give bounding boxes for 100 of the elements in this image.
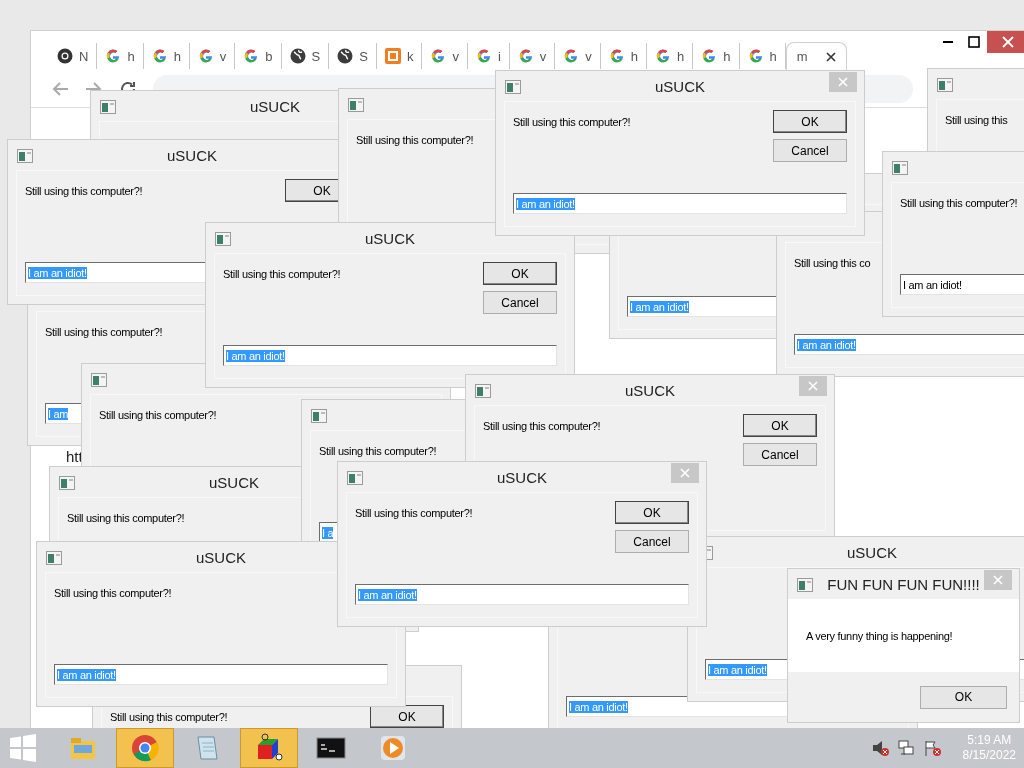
message-text: Still using this bbox=[945, 114, 1008, 126]
message-text: Still using this computer?! bbox=[356, 134, 474, 146]
window-title: uSUCK bbox=[365, 229, 415, 247]
message-text: Still using this computer?! bbox=[513, 116, 631, 128]
clock-date: 8/15/2022 bbox=[962, 748, 1016, 763]
g-logo-icon bbox=[701, 48, 718, 64]
window-title: uSUCK bbox=[625, 381, 675, 399]
square-logo-icon bbox=[384, 48, 401, 64]
browser-tab[interactable]: v bbox=[509, 43, 556, 69]
ok-button[interactable]: OK bbox=[920, 685, 1007, 709]
ok-button[interactable]: OK bbox=[773, 110, 847, 133]
g-logo-icon bbox=[197, 48, 214, 64]
ok-button[interactable]: OK bbox=[743, 414, 817, 437]
browser-tab[interactable]: h bbox=[143, 43, 190, 69]
g-logo-icon bbox=[105, 48, 122, 64]
browser-tab[interactable]: h bbox=[600, 43, 648, 69]
message-text: Still using this computer?! bbox=[110, 711, 228, 723]
message-text: Still using this computer?! bbox=[25, 185, 143, 197]
message-text: Still using this computer?! bbox=[355, 507, 473, 519]
ok-button[interactable]: OK bbox=[370, 705, 444, 728]
window-title: uSUCK bbox=[167, 146, 217, 164]
ok-button[interactable]: OK bbox=[483, 262, 557, 285]
close-icon bbox=[1001, 36, 1014, 48]
chrome-icon bbox=[130, 733, 160, 763]
maximize-icon bbox=[967, 36, 980, 48]
cancel-button[interactable]: Cancel bbox=[743, 443, 817, 466]
windows-logo-icon[interactable] bbox=[8, 733, 38, 763]
close-icon[interactable] bbox=[825, 51, 836, 62]
browser-tab[interactable]: v bbox=[555, 43, 601, 69]
window-icon bbox=[892, 161, 908, 175]
browser-tab[interactable]: N bbox=[49, 43, 98, 69]
g-logo-icon bbox=[747, 48, 764, 64]
g-logo-icon bbox=[563, 48, 580, 64]
browser-tab[interactable]: b bbox=[235, 43, 282, 69]
speaker-muted-icon[interactable] bbox=[870, 739, 889, 757]
window-icon bbox=[91, 373, 107, 387]
text-field[interactable]: I am an idiot! bbox=[900, 274, 1024, 295]
cancel-button[interactable]: Cancel bbox=[615, 530, 689, 553]
chrome-icon bbox=[57, 48, 73, 64]
browser-tab[interactable]: S bbox=[281, 43, 330, 69]
message-text: Still using this computer?! bbox=[67, 512, 185, 524]
browser-tab[interactable]: m bbox=[785, 41, 847, 71]
window-icon bbox=[17, 149, 33, 163]
g-logo-icon bbox=[655, 48, 672, 64]
cancel-button[interactable]: Cancel bbox=[773, 139, 847, 162]
back-icon[interactable] bbox=[51, 80, 69, 98]
close-icon bbox=[808, 381, 818, 391]
window-title: uSUCK bbox=[209, 473, 259, 491]
close-icon bbox=[993, 575, 1003, 585]
message-text: Still using this computer?! bbox=[319, 445, 437, 457]
message-text: Still using this computer?! bbox=[223, 268, 341, 280]
g-logo-icon bbox=[517, 48, 534, 64]
message-text: Still using this computer?! bbox=[900, 197, 1018, 209]
close-icon bbox=[838, 77, 848, 87]
page-text: htt bbox=[66, 448, 83, 465]
play-icon bbox=[378, 733, 408, 763]
browser-tab[interactable]: h bbox=[647, 43, 694, 69]
close-icon bbox=[680, 468, 690, 478]
window-icon bbox=[46, 551, 62, 565]
message-text: A very funny thing is happening! bbox=[806, 629, 953, 642]
globe-icon bbox=[337, 48, 354, 64]
globe-icon bbox=[289, 48, 306, 64]
g-logo-icon bbox=[151, 48, 168, 64]
window-icon bbox=[348, 98, 364, 112]
message-text: Still using this computer?! bbox=[54, 587, 172, 599]
window-icon bbox=[505, 80, 521, 94]
browser-tab[interactable]: S bbox=[329, 43, 377, 69]
g-logo-icon bbox=[430, 48, 447, 64]
message-text: Still using this co bbox=[794, 257, 871, 269]
message-text: Still using this computer?! bbox=[99, 409, 217, 421]
flag-alert-icon[interactable] bbox=[922, 739, 941, 757]
g-logo-icon bbox=[243, 48, 260, 64]
message-text: Still using this computer?! bbox=[45, 326, 163, 338]
window-title: uSUCK bbox=[250, 97, 300, 115]
window-title: FUN FUN FUN FUN!!!! bbox=[827, 575, 980, 593]
g-logo-icon bbox=[475, 48, 492, 64]
g-logo-icon bbox=[608, 48, 625, 64]
browser-tab[interactable]: k bbox=[376, 43, 423, 69]
clock-time: 5:19 AM bbox=[967, 733, 1012, 748]
window-icon bbox=[937, 78, 953, 92]
browser-tab[interactable]: i bbox=[467, 43, 510, 69]
window-title: uSUCK bbox=[655, 77, 705, 95]
cancel-button[interactable]: Cancel bbox=[483, 291, 557, 314]
window-icon bbox=[311, 409, 327, 423]
browser-tab[interactable]: v bbox=[189, 43, 236, 69]
close-button[interactable] bbox=[986, 31, 1024, 53]
window-icon bbox=[100, 100, 116, 114]
browser-tab[interactable]: v bbox=[422, 43, 468, 69]
ok-button[interactable]: OK bbox=[615, 501, 689, 524]
window-title: uSUCK bbox=[497, 468, 547, 486]
message-text: Still using this computer?! bbox=[483, 420, 601, 432]
browser-tab[interactable]: h bbox=[693, 43, 740, 69]
window-icon bbox=[475, 384, 491, 398]
window-icon bbox=[59, 476, 75, 490]
browser-tab[interactable]: h bbox=[739, 43, 786, 69]
window-icon bbox=[215, 232, 231, 246]
network-icon[interactable] bbox=[896, 739, 915, 757]
browser-tab[interactable]: h bbox=[97, 43, 144, 69]
window-title: uSUCK bbox=[196, 548, 246, 566]
window-icon bbox=[347, 471, 363, 485]
